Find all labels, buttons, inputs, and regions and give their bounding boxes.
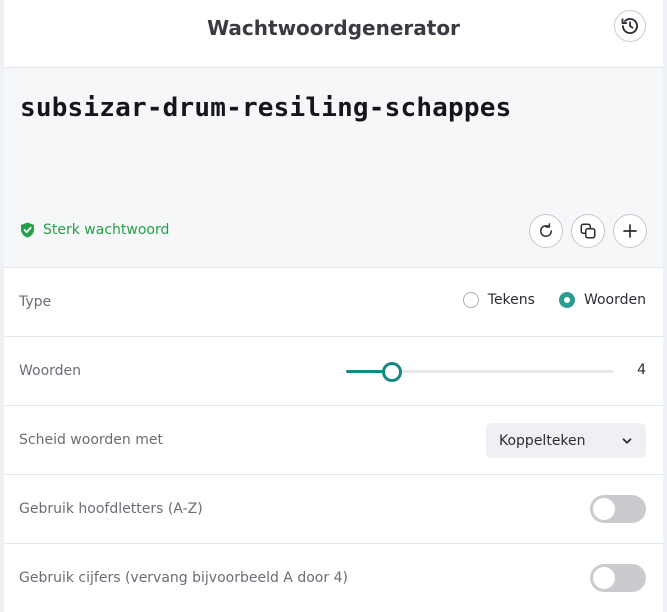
separator-select[interactable]: Koppelteken xyxy=(486,423,646,458)
type-label: Type xyxy=(19,294,52,310)
capitalize-toggle-knob xyxy=(593,498,615,520)
refresh-icon xyxy=(540,223,553,237)
radio-woorden-circle[interactable] xyxy=(558,292,575,308)
separator-row: Scheid woorden met Koppelteken xyxy=(4,406,663,475)
radio-tekens-circle[interactable] xyxy=(462,292,479,308)
separator-label: Scheid woorden met xyxy=(19,432,163,448)
strength-indicator: Sterk wachtwoord xyxy=(20,222,169,238)
history-button[interactable] xyxy=(614,10,646,42)
words-row: Woorden 4 xyxy=(4,337,663,406)
separator-select-value: Koppelteken xyxy=(499,432,586,449)
regenerate-button[interactable] xyxy=(529,214,563,248)
numbers-toggle[interactable] xyxy=(590,564,646,592)
radio-tekens-label: Tekens xyxy=(487,292,535,308)
password-generator-panel: Wachtwoordgenerator subsizar-drum-resili… xyxy=(4,0,663,612)
strength-label: Sterk wachtwoord xyxy=(43,222,170,238)
shield-check-icon xyxy=(21,222,34,238)
capitalize-label: Gebruik hoofdletters (A-Z) xyxy=(19,501,203,517)
numbers-toggle-knob xyxy=(593,567,615,589)
plus-icon xyxy=(623,224,637,238)
header: Wachtwoordgenerator xyxy=(4,0,663,68)
add-button[interactable] xyxy=(613,214,647,248)
numbers-label: Gebruik cijfers (vervang bijvoorbeeld A … xyxy=(19,570,348,586)
numbers-row: Gebruik cijfers (vervang bijvoorbeeld A … xyxy=(4,544,663,612)
words-slider[interactable] xyxy=(346,362,614,382)
radio-woorden-label: Woorden xyxy=(583,292,646,308)
radio-tekens[interactable]: Tekens xyxy=(462,292,535,308)
generated-password[interactable]: subsizar-drum-resiling-schappes xyxy=(20,93,511,123)
type-row: Type Tekens Woorden xyxy=(4,268,663,337)
copy-button[interactable] xyxy=(571,214,605,248)
radio-woorden[interactable]: Woorden xyxy=(558,292,646,308)
password-display: subsizar-drum-resiling-schappes Sterk wa… xyxy=(4,68,663,268)
capitalize-toggle[interactable] xyxy=(590,495,646,523)
capitalize-row: Gebruik hoofdletters (A-Z) xyxy=(4,475,663,544)
words-label: Woorden xyxy=(19,363,82,379)
history-icon xyxy=(621,18,638,35)
copy-icon xyxy=(580,223,596,239)
chevron-down-icon xyxy=(622,437,632,444)
type-radio-group: Tekens Woorden xyxy=(462,292,646,308)
page-title: Wachtwoordgenerator xyxy=(207,16,460,40)
words-slider-thumb[interactable] xyxy=(381,362,402,382)
password-actions xyxy=(529,214,647,248)
words-value: 4 xyxy=(637,362,646,378)
